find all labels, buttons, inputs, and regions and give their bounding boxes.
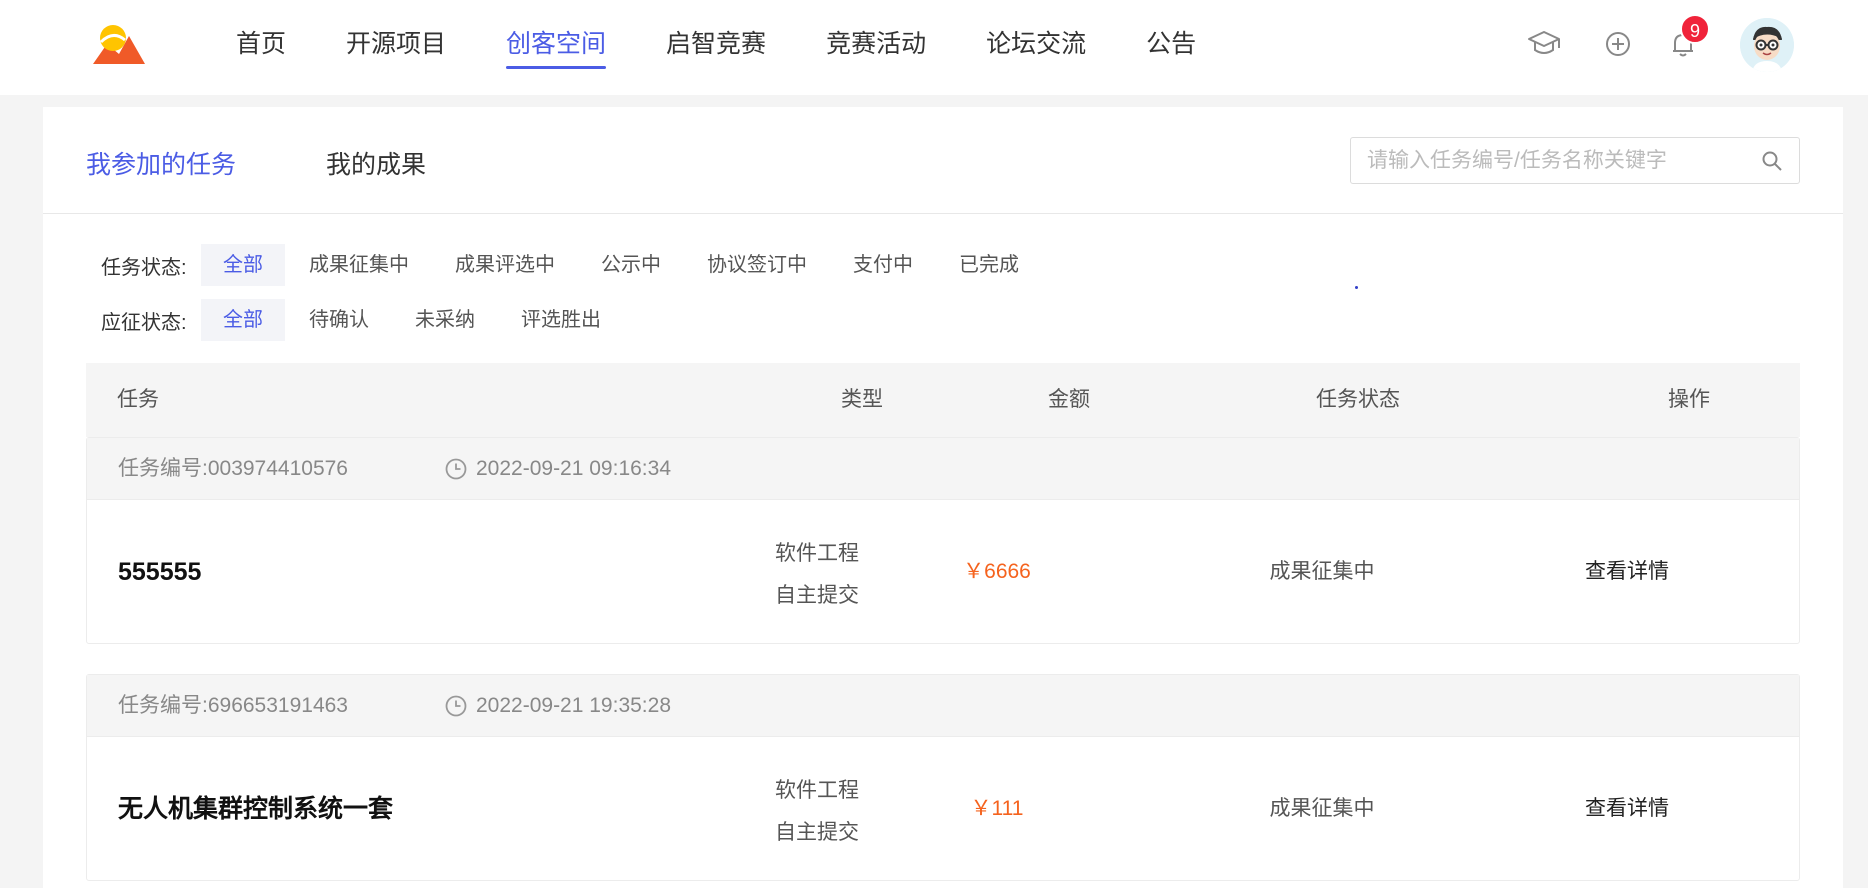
bid-status-rejected[interactable]: 未采纳	[393, 299, 497, 341]
header-task: 任务	[117, 388, 159, 411]
header-action: 操作	[1668, 388, 1710, 411]
task-type-category: 软件工程	[775, 542, 859, 565]
nav-maker-space[interactable]: 创客空间	[506, 0, 607, 95]
notification-badge: 9	[1680, 14, 1710, 44]
task-status-collecting[interactable]: 成果征集中	[287, 244, 431, 286]
table-header: 任务 类型 金额 任务状态 操作	[86, 363, 1800, 437]
clock-icon	[445, 458, 467, 480]
nav-contest-activities[interactable]: 竞赛活动	[826, 0, 926, 95]
main-card: 我参加的任务 我的成果 任务状态: 全部 成果征集中 成果评选中 公示中 协议签…	[43, 107, 1843, 888]
task-row: 任务编号:003974410576 2022-09-21 09:16:34 55…	[86, 437, 1800, 644]
task-name: 555555	[118, 558, 202, 586]
task-status: 成果征集中	[1269, 560, 1375, 583]
view-details-link[interactable]: 查看详情	[1567, 737, 1687, 881]
task-status-label: 任务状态:	[101, 256, 187, 279]
task-type-category: 软件工程	[775, 779, 859, 802]
task-type-submission: 自主提交	[775, 584, 859, 607]
task-type-submission: 自主提交	[775, 821, 859, 844]
main-nav: 首页 开源项目 创客空间 启智竞赛 竞赛活动 论坛交流 公告	[236, 0, 1256, 95]
task-status-all[interactable]: 全部	[201, 244, 285, 286]
bid-status-label: 应征状态:	[101, 311, 187, 334]
header-amount: 金额	[1048, 388, 1090, 411]
task-status: 成果征集中	[1269, 797, 1375, 820]
task-status-completed[interactable]: 已完成	[937, 244, 1041, 286]
task-type: 软件工程 自主提交	[772, 770, 862, 854]
task-name: 无人机集群控制系统一套	[118, 795, 394, 823]
task-amount: ￥6666	[963, 560, 1031, 583]
task-status-judging[interactable]: 成果评选中	[433, 244, 577, 286]
task-status-signing[interactable]: 协议签订中	[685, 244, 829, 286]
task-status-paying[interactable]: 支付中	[831, 244, 935, 286]
bid-status-won[interactable]: 评选胜出	[499, 299, 623, 341]
task-row: 任务编号:696653191463 2022-09-21 19:35:28 无人…	[86, 674, 1800, 881]
stray-dot	[1355, 286, 1358, 289]
search-box	[1350, 137, 1800, 184]
logo-icon[interactable]	[93, 22, 145, 64]
header-status: 任务状态	[1316, 388, 1400, 411]
clock-icon	[445, 695, 467, 717]
tabs-bar: 我参加的任务 我的成果	[43, 107, 1843, 214]
tab-participated-tasks[interactable]: 我参加的任务	[86, 145, 236, 181]
avatar-face-icon	[1740, 18, 1794, 72]
graduation-cap-icon[interactable]	[1526, 26, 1562, 62]
task-number: 任务编号:003974410576	[118, 457, 348, 480]
task-number: 任务编号:696653191463	[118, 694, 348, 717]
search-input[interactable]	[1367, 138, 1747, 183]
bid-status-all[interactable]: 全部	[201, 299, 285, 341]
user-avatar[interactable]	[1740, 18, 1794, 72]
task-status-publicity[interactable]: 公示中	[579, 244, 683, 286]
nav-home[interactable]: 首页	[236, 0, 286, 95]
nav-open-source[interactable]: 开源项目	[346, 0, 446, 95]
bid-status-filter: 应征状态: 全部 待确认 未采纳 评选胜出	[101, 299, 625, 341]
task-amount: ￥111	[970, 797, 1024, 820]
task-time: 2022-09-21 09:16:34	[476, 457, 671, 480]
nav-forum[interactable]: 论坛交流	[986, 0, 1086, 95]
view-details-link[interactable]: 查看详情	[1567, 500, 1687, 644]
nav-qizhi-contest[interactable]: 启智竞赛	[666, 0, 766, 95]
bid-status-pending[interactable]: 待确认	[287, 299, 391, 341]
task-time: 2022-09-21 19:35:28	[476, 694, 671, 717]
task-row-header: 任务编号:003974410576 2022-09-21 09:16:34	[87, 438, 1799, 500]
top-header: 首页 开源项目 创客空间 启智竞赛 竞赛活动 论坛交流 公告 9	[0, 0, 1868, 95]
task-row-header: 任务编号:696653191463 2022-09-21 19:35:28	[87, 675, 1799, 737]
task-status-filter: 任务状态: 全部 成果征集中 成果评选中 公示中 协议签订中 支付中 已完成	[101, 244, 1043, 286]
nav-announcements[interactable]: 公告	[1146, 0, 1196, 95]
search-icon[interactable]	[1761, 150, 1783, 172]
task-type: 软件工程 自主提交	[772, 533, 862, 617]
add-circle-icon[interactable]	[1600, 26, 1636, 62]
header-type: 类型	[841, 388, 883, 411]
tab-my-results[interactable]: 我的成果	[326, 145, 426, 181]
